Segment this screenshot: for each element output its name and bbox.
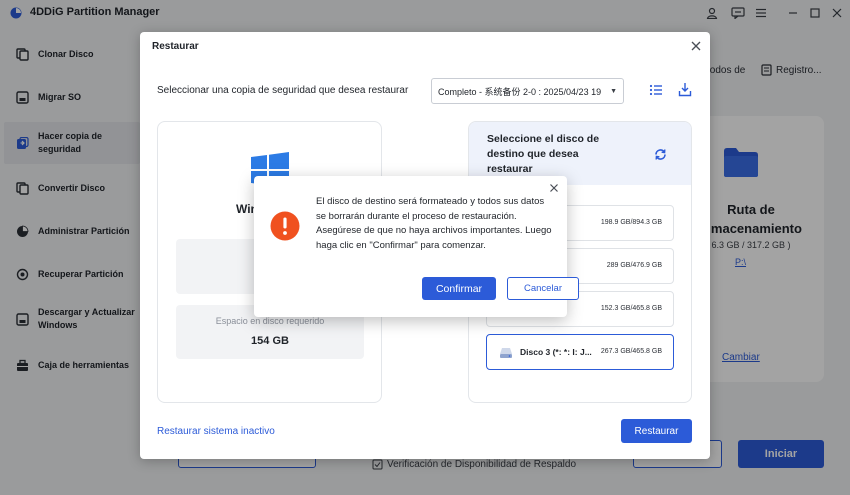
disk-size: 198.9 GB/894.3 GB bbox=[600, 219, 662, 226]
list-view-icon[interactable] bbox=[649, 83, 663, 97]
cancel-button[interactable]: Cancelar bbox=[507, 277, 579, 300]
confirm-button[interactable]: Confirmar bbox=[422, 277, 496, 300]
chevron-down-icon: ▼ bbox=[610, 88, 617, 95]
warning-icon bbox=[270, 211, 300, 241]
required-space-value: 154 GB bbox=[251, 335, 289, 347]
required-space-label: Espacio en disco requerido bbox=[215, 316, 325, 326]
restore-inactive-link[interactable]: Restaurar sistema inactivo bbox=[157, 426, 275, 437]
disk-name: Disco 3 (*: *: I: J... bbox=[520, 347, 592, 357]
confirm-popup: El disco de destino será formateado y to… bbox=[254, 176, 579, 317]
disk-size: 152.3 GB/465.8 GB bbox=[600, 305, 662, 312]
disk-size: 289 GB/476.9 GB bbox=[606, 262, 662, 269]
disk-item-selected[interactable]: Disco 3 (*: *: I: J... 267.3 GB/465.8 GB bbox=[486, 334, 674, 370]
popup-message: El disco de destino será formateado y to… bbox=[316, 196, 552, 251]
close-icon[interactable] bbox=[690, 40, 702, 52]
backup-select-value: Completo - 系统备份 2-0 : 2025/04/23 19 bbox=[438, 86, 602, 97]
refresh-icon[interactable] bbox=[654, 148, 667, 161]
backup-select[interactable]: Completo - 系统备份 2-0 : 2025/04/23 19 ▼ bbox=[431, 78, 624, 104]
target-disk-title: Seleccione el disco de destino que desea… bbox=[487, 133, 600, 175]
restore-button[interactable]: Restaurar bbox=[621, 419, 692, 443]
dialog-title: Restaurar bbox=[152, 41, 199, 52]
download-icon[interactable] bbox=[678, 82, 692, 97]
backup-select-label: Seleccionar una copia de seguridad que d… bbox=[157, 85, 409, 96]
disk-drive-icon bbox=[500, 348, 512, 358]
close-icon[interactable] bbox=[549, 183, 559, 193]
disk-size: 267.3 GB/465.8 GB bbox=[600, 348, 662, 355]
